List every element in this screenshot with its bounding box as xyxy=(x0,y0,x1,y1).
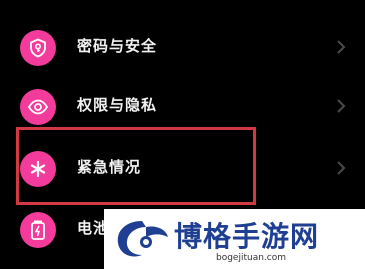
watermark-title: 博格手游网 xyxy=(174,220,320,253)
settings-item-label: 权限与隐私 xyxy=(77,96,158,114)
chevron-right-icon xyxy=(337,40,346,54)
eye-privacy-icon xyxy=(20,89,56,125)
settings-item-label: 密码与安全 xyxy=(77,37,158,55)
shield-key-icon xyxy=(20,30,56,66)
settings-item-password-security[interactable]: 密码与安全 xyxy=(0,16,365,76)
watermark-url: bogejituan.com xyxy=(216,253,287,263)
chevron-right-icon xyxy=(337,161,346,175)
watermark: 博格手游网 bogejituan.com xyxy=(104,209,365,269)
battery-icon xyxy=(20,212,56,248)
chevron-right-icon xyxy=(337,99,346,113)
settings-item-permissions-privacy[interactable]: 权限与隐私 xyxy=(0,75,365,135)
emergency-highlight-box xyxy=(16,127,256,205)
watermark-logo-icon xyxy=(117,221,168,257)
